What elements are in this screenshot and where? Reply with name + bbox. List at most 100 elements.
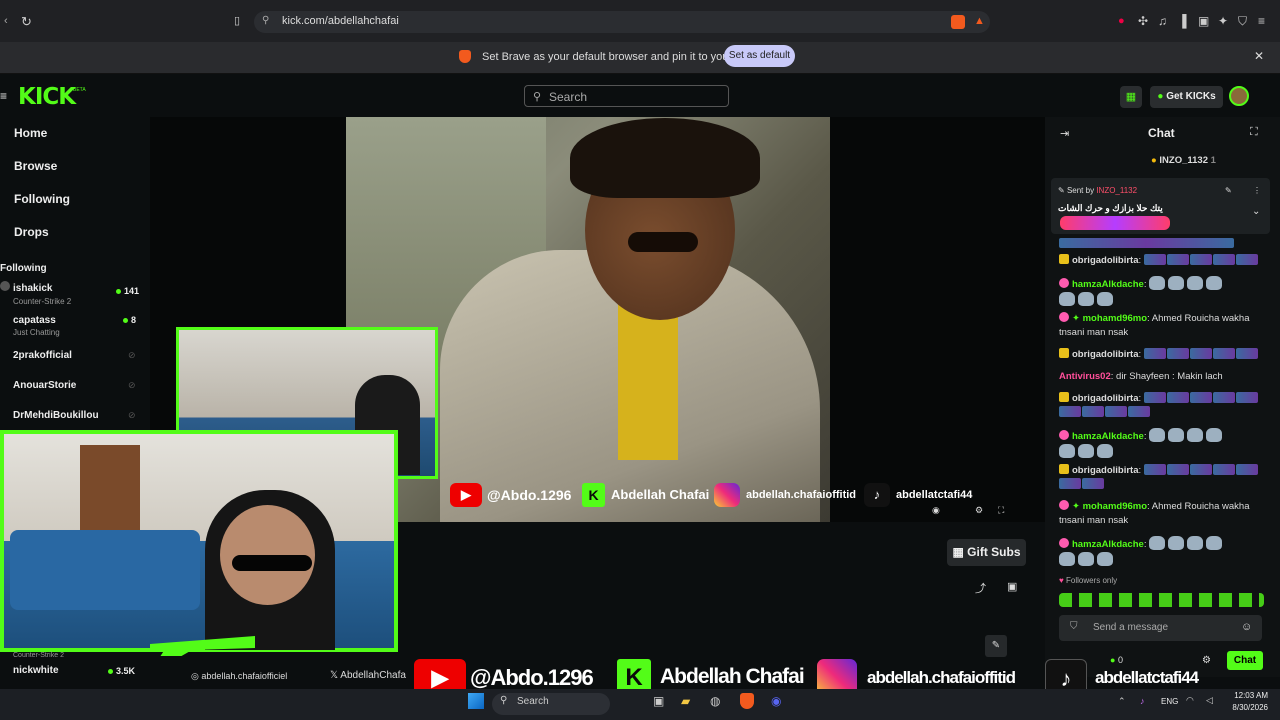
tray-chevron-icon[interactable]: ⌃ bbox=[1118, 696, 1126, 707]
channel-name[interactable]: AnouarStorie bbox=[13, 380, 76, 391]
og-badge-icon bbox=[1059, 500, 1069, 510]
emote bbox=[1212, 348, 1235, 359]
emoji-icon[interactable]: ☺ bbox=[1241, 621, 1252, 633]
chat-settings-icon[interactable]: ⚙ bbox=[1202, 655, 1211, 666]
set-default-button[interactable]: Set as default bbox=[724, 45, 795, 67]
sub-badge-icon bbox=[1059, 464, 1069, 474]
chat-message: hamzaAlkdache: bbox=[1059, 276, 1264, 308]
fullscreen-icon[interactable]: ⛶ bbox=[998, 505, 1004, 516]
chat-username[interactable]: obrigadolibirta bbox=[1072, 393, 1139, 404]
bottom-tiktok-handle: abdellatctafi44 bbox=[1095, 668, 1199, 687]
clip-icon[interactable]: ▣ bbox=[1007, 580, 1017, 593]
taskbar-search[interactable] bbox=[492, 693, 610, 715]
brave-shield-icon[interactable] bbox=[951, 15, 965, 29]
chat-username[interactable]: hamzaAlkdache bbox=[1072, 539, 1144, 550]
language-indicator[interactable]: ENG bbox=[1161, 697, 1178, 706]
emote bbox=[1166, 348, 1189, 359]
emote bbox=[1105, 406, 1127, 417]
seal-emote bbox=[1059, 444, 1075, 458]
followers-only-label: Followers only bbox=[1065, 576, 1118, 585]
bottom-instagram-handle: abdellah.chafaioffitid bbox=[867, 668, 1016, 687]
channel-avatar bbox=[0, 281, 10, 291]
windows-start-icon[interactable] bbox=[468, 693, 484, 709]
gift-icon[interactable]: ▦ bbox=[1120, 86, 1142, 108]
channel-name[interactable]: nickwhite bbox=[13, 665, 59, 676]
emote bbox=[1143, 348, 1166, 359]
emote bbox=[1235, 348, 1258, 359]
nav-browse[interactable]: Browse bbox=[14, 159, 57, 173]
brave-rewards-icon[interactable]: ▲ bbox=[974, 15, 985, 27]
quick-emote-bar[interactable] bbox=[1059, 593, 1264, 607]
chat-username[interactable]: mohamd96mo bbox=[1083, 313, 1147, 324]
back-icon[interactable]: ‹ bbox=[4, 15, 8, 27]
volume-icon[interactable]: ◁ bbox=[1206, 695, 1213, 706]
bottom-kick-name: Abdellah Chafai bbox=[660, 665, 805, 688]
chat-username[interactable]: hamzaAlkdache bbox=[1072, 431, 1144, 442]
nav-home[interactable]: Home bbox=[14, 126, 47, 140]
settings-icon[interactable]: ⚙ bbox=[975, 505, 983, 516]
more-icon[interactable]: ⋮ bbox=[1253, 186, 1261, 195]
kicks-coin-icon: ● bbox=[1110, 655, 1116, 665]
bookmark-icon[interactable]: ▯ bbox=[234, 14, 240, 27]
pin-icon[interactable]: ✎ bbox=[1225, 186, 1232, 195]
chat-username[interactable]: Antivirus02 bbox=[1059, 371, 1111, 382]
leo-icon[interactable]: ✦ bbox=[1218, 14, 1228, 28]
emote bbox=[1059, 406, 1081, 417]
user-avatar[interactable] bbox=[1229, 86, 1249, 106]
discord-icon[interactable]: ◉ bbox=[771, 694, 781, 708]
channel-name[interactable]: 2prakofficial bbox=[13, 350, 72, 361]
hamburger-icon[interactable]: ≡ bbox=[0, 89, 7, 103]
brave-taskbar-icon[interactable] bbox=[740, 693, 754, 709]
share-icon[interactable]: ⤴ bbox=[975, 580, 986, 596]
file-explorer-icon[interactable]: ▰ bbox=[681, 694, 690, 708]
bottom-youtube-handle: @Abdo.1296 bbox=[470, 665, 594, 690]
chat-username[interactable]: hamzaAlkdache bbox=[1072, 279, 1144, 290]
coin-icon: ● bbox=[1151, 155, 1157, 166]
toggle-icon[interactable]: ◉ bbox=[932, 505, 940, 516]
vip-badge-icon: ✦ bbox=[1072, 501, 1080, 512]
chat-username[interactable]: obrigadolibirta bbox=[1072, 349, 1139, 360]
chat-username[interactable]: obrigadolibirta bbox=[1072, 465, 1139, 476]
app-icon[interactable]: ◍ bbox=[710, 694, 720, 708]
gift-subs-label: Gift Subs bbox=[967, 545, 1021, 559]
chevron-down-icon[interactable]: ⌄ bbox=[1252, 206, 1260, 217]
wifi-icon[interactable]: ◠ bbox=[1186, 695, 1194, 706]
nav-drops[interactable]: Drops bbox=[14, 225, 49, 239]
channel-name[interactable]: capatass bbox=[13, 315, 56, 326]
seal-emote bbox=[1168, 276, 1185, 290]
live-dot-icon bbox=[108, 669, 113, 674]
wallet-icon[interactable]: ▣ bbox=[1198, 14, 1209, 28]
site-info-icon[interactable]: ⚲ bbox=[262, 15, 269, 26]
reload-icon[interactable]: ↻ bbox=[21, 14, 32, 30]
small-instagram-label: abdellah.chafaiofficiel bbox=[201, 671, 288, 681]
video-person-shirt bbox=[618, 300, 678, 460]
kick-logo[interactable]: KICK bbox=[18, 84, 76, 110]
taskbar-clock[interactable]: 12:03 AM 8/30/2026 bbox=[1232, 690, 1268, 714]
channel-category: Just Chatting bbox=[13, 328, 60, 337]
gift-subs-button[interactable]: ▦ Gift Subs bbox=[947, 539, 1026, 566]
extension-icon[interactable]: ● bbox=[1118, 15, 1125, 27]
seal-emote bbox=[1097, 292, 1113, 306]
edit-icon[interactable]: ✎ bbox=[985, 635, 1007, 657]
chat-title: Chat bbox=[1148, 126, 1175, 140]
puzzle-icon[interactable]: ✣ bbox=[1138, 14, 1148, 28]
channel-name[interactable]: ishakick bbox=[13, 283, 52, 294]
emote bbox=[1212, 392, 1235, 403]
sidebar-toggle-icon[interactable]: ▐ bbox=[1178, 14, 1187, 28]
chat-username[interactable]: mohamd96mo bbox=[1083, 501, 1147, 512]
seal-emote bbox=[1149, 428, 1166, 442]
music-icon[interactable]: ♫ bbox=[1158, 14, 1167, 28]
nav-following[interactable]: Following bbox=[14, 192, 70, 206]
get-kicks-button[interactable]: ● Get KICKs bbox=[1150, 86, 1223, 108]
close-icon[interactable]: ✕ bbox=[1254, 49, 1264, 63]
heart-icon: ♥ bbox=[1059, 576, 1064, 585]
chat-username[interactable]: obrigadolibirta bbox=[1072, 255, 1139, 266]
channel-name[interactable]: DrMehdiBoukillou bbox=[13, 410, 99, 421]
vpn-icon[interactable]: ⛉ bbox=[1238, 14, 1247, 29]
chat-users-icon[interactable]: ⛶ bbox=[1250, 126, 1258, 139]
mic-icon[interactable]: ♪ bbox=[1140, 696, 1145, 706]
collapse-chat-icon[interactable]: ⇥ bbox=[1060, 127, 1069, 140]
send-chat-button[interactable]: Chat bbox=[1227, 651, 1263, 670]
task-view-icon[interactable]: ▣ bbox=[653, 694, 664, 708]
menu-icon[interactable]: ≡ bbox=[1258, 14, 1265, 28]
